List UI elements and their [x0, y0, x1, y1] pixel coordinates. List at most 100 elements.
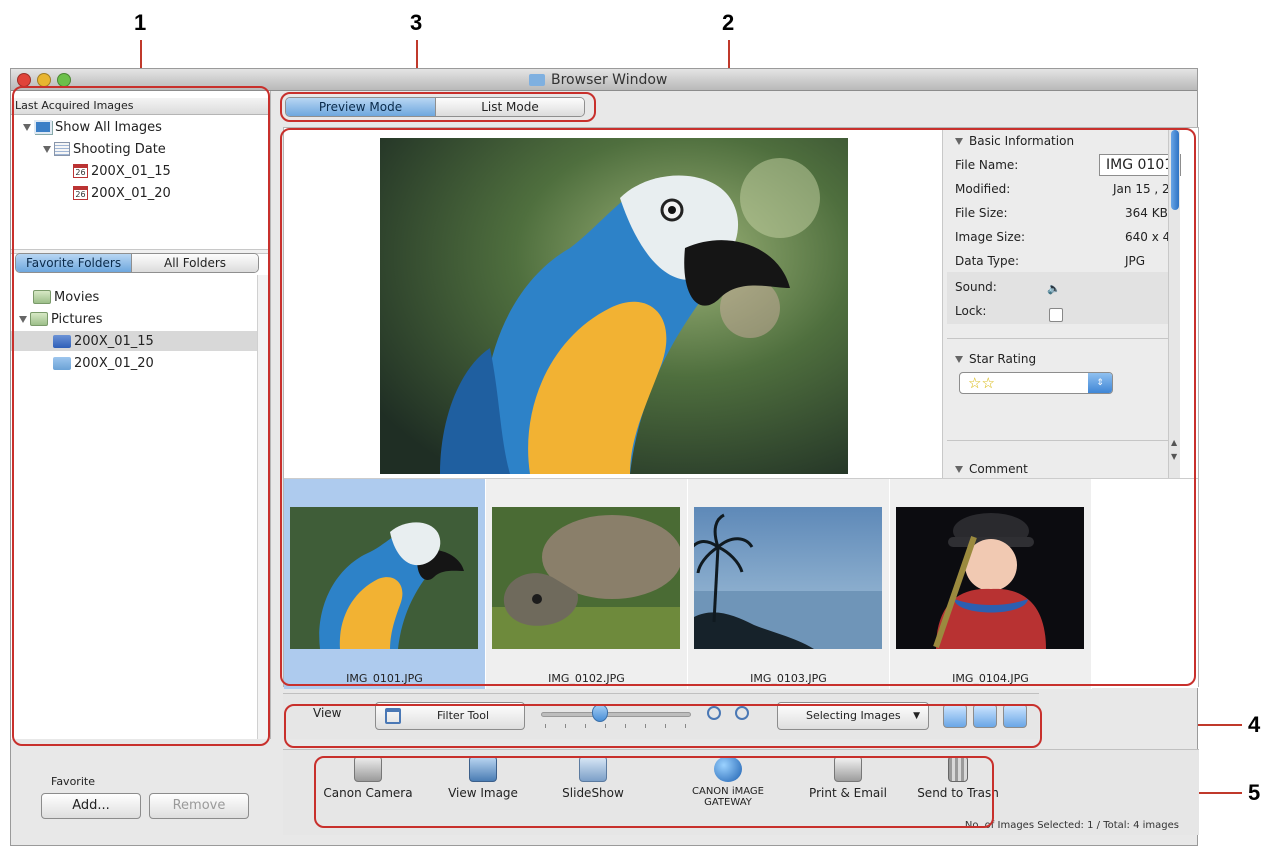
main-preview-image[interactable]: [380, 138, 848, 474]
action-label-line2: GATEWAY: [704, 797, 752, 808]
slideshow-button[interactable]: SlideShow: [553, 756, 633, 800]
rotate-left-button[interactable]: [943, 704, 967, 728]
info-toggle-button[interactable]: [1003, 704, 1027, 728]
callout-3: 3: [410, 10, 423, 35]
rotate-right-button[interactable]: [973, 704, 997, 728]
thumbnail-image: [290, 507, 478, 649]
selecting-images-dropdown[interactable]: Selecting Images ▼: [777, 702, 929, 730]
lock-label: Lock:: [955, 304, 987, 318]
thumbnail-item[interactable]: IMG_0103.JPG: [688, 479, 890, 689]
tree-item-date-1[interactable]: 26 200X_01_15: [73, 161, 171, 181]
zoom-in-icon[interactable]: [735, 706, 749, 720]
view-toolbar: View Filter Tool Selecting Images ▼: [283, 693, 1039, 739]
preview-area: Basic Information File Name: IMG 0101 Mo…: [283, 127, 1199, 689]
comment-header[interactable]: Comment: [955, 460, 1028, 474]
star-rating-select[interactable]: ☆☆ ⇕: [959, 372, 1113, 394]
scroll-up-arrow-icon[interactable]: ▲: [1171, 438, 1177, 447]
send-to-trash-button[interactable]: Send to Trash: [913, 756, 1003, 800]
thumbnail-label: IMG_0103.JPG: [750, 672, 827, 685]
canon-camera-button[interactable]: Canon Camera: [323, 756, 413, 800]
scroll-thumb[interactable]: [1171, 130, 1179, 210]
folder-icon: [529, 74, 545, 86]
action-bar: Canon Camera View Image SlideShow CANON …: [283, 749, 1199, 835]
data-type-value: JPG: [1125, 254, 1146, 268]
view-image-button[interactable]: View Image: [443, 756, 523, 800]
folder-item-pictures[interactable]: Pictures: [19, 309, 102, 329]
slider-track: [541, 712, 691, 717]
folder-label: Movies: [54, 289, 100, 305]
action-label: View Image: [448, 786, 518, 800]
image-size-label: Image Size:: [955, 230, 1026, 244]
tab-all-folders[interactable]: All Folders: [131, 254, 258, 272]
tree-item-show-all[interactable]: Show All Images: [23, 117, 162, 137]
tree-item-label: 200X_01_20: [91, 185, 171, 201]
tree-item-label: Show All Images: [55, 119, 162, 135]
callout-2: 2: [722, 10, 735, 35]
speaker-icon[interactable]: 🔈: [1047, 282, 1061, 295]
zoom-icon[interactable]: [57, 73, 71, 87]
divider: [947, 440, 1169, 441]
add-favorite-button[interactable]: Add...: [41, 793, 141, 819]
view-label: View: [313, 706, 342, 720]
thumbnail-item[interactable]: IMG_0101.JPG: [284, 479, 486, 689]
folder-item-sub-1[interactable]: 200X_01_15: [53, 331, 154, 351]
folder-icon: [53, 356, 71, 370]
tree-item-shooting-date[interactable]: Shooting Date: [43, 139, 166, 159]
disclosure-triangle-icon[interactable]: [955, 138, 963, 145]
tab-favorite-folders[interactable]: Favorite Folders: [16, 254, 132, 272]
left-panel: Last Acquired Images Show All Images Sho…: [11, 91, 271, 739]
folder-label: 200X_01_20: [74, 355, 154, 371]
disclosure-triangle-icon[interactable]: [23, 123, 31, 131]
tree-item-date-2[interactable]: 26 200X_01_20: [73, 183, 171, 203]
star-rating-header[interactable]: Star Rating: [955, 350, 1036, 368]
thumbnail-label: IMG_0104.JPG: [952, 672, 1029, 685]
action-label: Print & Email: [809, 786, 887, 800]
mode-tabs: Preview Mode List Mode: [285, 97, 585, 117]
scroll-down-arrow-icon[interactable]: ▼: [1171, 452, 1177, 461]
file-name-label: File Name:: [955, 158, 1019, 172]
slider-thumb[interactable]: [592, 704, 608, 722]
thumbnail-item[interactable]: IMG_0104.JPG: [890, 479, 1092, 689]
thumbnail-image: [492, 507, 680, 649]
disclosure-triangle-icon[interactable]: [43, 145, 51, 153]
print-email-button[interactable]: Print & Email: [803, 756, 893, 800]
star-rating-value: ☆☆: [968, 374, 995, 392]
basic-info-header[interactable]: Basic Information: [955, 132, 1074, 150]
callout-1: 1: [134, 10, 147, 35]
browser-window: Browser Window Last Acquired Images Show…: [10, 68, 1199, 846]
thumbnail-item[interactable]: IMG_0102.JPG: [486, 479, 688, 689]
disclosure-triangle-icon[interactable]: [19, 315, 27, 323]
modified-label: Modified:: [955, 182, 1011, 196]
tree-item-label: Shooting Date: [73, 141, 166, 157]
info-panel: Basic Information File Name: IMG 0101 Mo…: [942, 128, 1181, 478]
info-scrollbar[interactable]: ▲ ▼: [1168, 128, 1180, 478]
movies-folder-icon: [33, 290, 51, 304]
tab-preview-mode[interactable]: Preview Mode: [286, 98, 435, 116]
zoom-out-icon[interactable]: [707, 706, 721, 720]
disclosure-triangle-icon[interactable]: [955, 466, 963, 473]
thumbnail-image: [694, 507, 882, 649]
folder-label: Pictures: [51, 311, 103, 327]
slider-ticks: [545, 724, 687, 728]
divider: [947, 338, 1169, 339]
zoom-slider[interactable]: [541, 704, 691, 730]
close-icon[interactable]: [17, 73, 31, 87]
folder-label: 200X_01_15: [74, 333, 154, 349]
folder-item-movies[interactable]: Movies: [33, 287, 99, 307]
lock-checkbox[interactable]: [1049, 308, 1063, 322]
file-size-value: 364 KB: [1125, 206, 1168, 220]
canon-image-gateway-button[interactable]: CANON iMAGE GATEWAY: [673, 756, 783, 808]
window-title: Browser Window: [551, 72, 668, 88]
left-scrollbar[interactable]: [257, 275, 269, 739]
minimize-icon[interactable]: [37, 73, 51, 87]
remove-favorite-button[interactable]: Remove: [149, 793, 249, 819]
tab-list-mode[interactable]: List Mode: [435, 98, 584, 116]
thumbnail-image: [896, 507, 1084, 649]
file-size-label: File Size:: [955, 206, 1008, 220]
folder-item-sub-2[interactable]: 200X_01_20: [53, 353, 154, 373]
calendar-icon: 26: [73, 186, 88, 200]
photos-icon: [34, 120, 52, 134]
status-text: No. of Images Selected: 1 / Total: 4 ima…: [964, 820, 1179, 831]
disclosure-triangle-icon[interactable]: [955, 356, 963, 363]
last-acquired-header: Last Acquired Images: [11, 98, 269, 115]
